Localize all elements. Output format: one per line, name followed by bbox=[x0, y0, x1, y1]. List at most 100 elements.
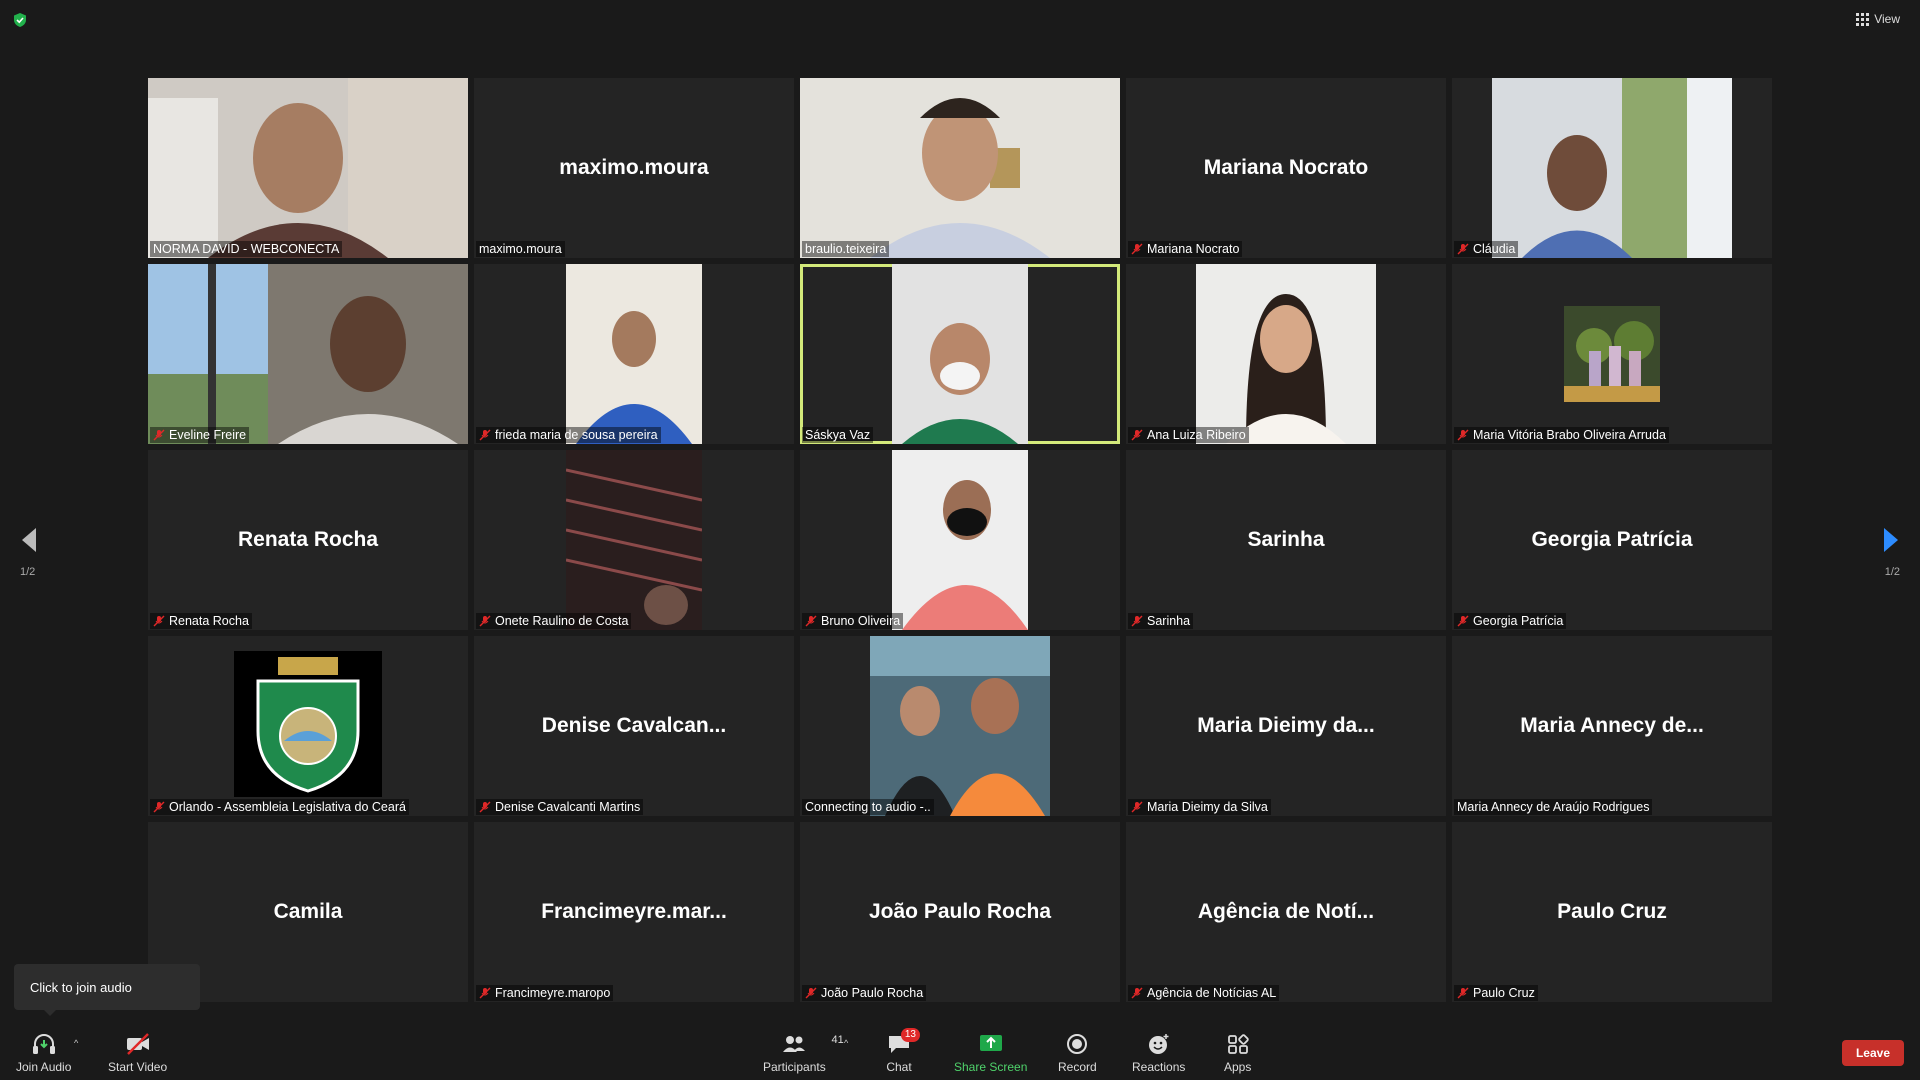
participant-display-name: Maria Annecy de... bbox=[1520, 714, 1704, 737]
participant-tile[interactable]: Orlando - Assembleia Legislativa do Cear… bbox=[148, 636, 468, 816]
participant-display-name: Mariana Nocrato bbox=[1203, 156, 1369, 179]
muted-mic-icon bbox=[153, 801, 165, 813]
participants-count: 41 bbox=[831, 1034, 844, 1046]
participant-name: Agência de Notícias AL bbox=[1147, 986, 1277, 1000]
reactions-button[interactable]: Reactions bbox=[1132, 1032, 1185, 1074]
share-screen-label: Share Screen bbox=[954, 1060, 1028, 1074]
participant-name: João Paulo Rocha bbox=[821, 986, 924, 1000]
view-button[interactable]: View bbox=[1856, 12, 1900, 26]
chat-label: Chat bbox=[886, 1060, 912, 1074]
participant-video bbox=[1196, 264, 1376, 444]
participant-tile[interactable]: Maria Dieimy da... Maria Dieimy da Silva bbox=[1126, 636, 1446, 816]
muted-mic-icon bbox=[1131, 801, 1143, 813]
participant-tile[interactable]: Mariana Nocrato Mariana Nocrato bbox=[1126, 78, 1446, 258]
participant-label: NORMA DAVID - WEBCONECTA bbox=[150, 241, 343, 257]
page-indicator-left: 1/2 bbox=[20, 566, 36, 578]
participant-tile[interactable]: Georgia Patrícia Georgia Patrícia bbox=[1452, 450, 1772, 630]
previous-page-arrow-icon[interactable] bbox=[18, 526, 40, 554]
participant-label: Maria Annecy de Araújo Rodrigues bbox=[1454, 799, 1653, 815]
participant-name: Francimeyre.maropo bbox=[495, 986, 611, 1000]
participant-label: frieda maria de sousa pereira bbox=[476, 427, 661, 443]
participant-photo bbox=[1564, 306, 1660, 402]
meeting-toolbar: Join Audio ^ Start Video 41 Participants… bbox=[0, 1018, 1920, 1080]
participant-tile[interactable]: Francimeyre.mar... Francimeyre.maropo bbox=[474, 822, 794, 1002]
join-audio-tooltip: Click to join audio bbox=[14, 964, 200, 1016]
record-label: Record bbox=[1058, 1060, 1097, 1074]
participant-name: Cláudia bbox=[1473, 242, 1516, 256]
reactions-label: Reactions bbox=[1132, 1060, 1186, 1074]
muted-mic-icon bbox=[479, 615, 491, 627]
participant-tile[interactable]: Renata Rocha Renata Rocha bbox=[148, 450, 468, 630]
participant-name: frieda maria de sousa pereira bbox=[495, 428, 658, 442]
participant-label: Sáskya Vaz bbox=[802, 427, 874, 443]
participant-tile[interactable]: Bruno Oliveira bbox=[800, 450, 1120, 630]
participant-tile[interactable]: braulio.teixeira bbox=[800, 78, 1120, 258]
participant-label: João Paulo Rocha bbox=[802, 985, 927, 1001]
participant-display-name: Francimeyre.mar... bbox=[541, 900, 727, 923]
participant-tile[interactable]: NORMA DAVID - WEBCONECTA bbox=[148, 78, 468, 258]
participant-tile[interactable]: Cláudia bbox=[1452, 78, 1772, 258]
participant-label: Cláudia bbox=[1454, 241, 1519, 257]
participant-photo bbox=[870, 636, 1050, 816]
participant-name: maximo.moura bbox=[479, 242, 562, 256]
participant-tile[interactable]: maximo.moura maximo.moura bbox=[474, 78, 794, 258]
participant-tile[interactable]: Maria Vitória Brabo Oliveira Arruda bbox=[1452, 264, 1772, 444]
participant-label: Ana Luiza Ribeiro bbox=[1128, 427, 1249, 443]
participant-name: Paulo Cruz bbox=[1473, 986, 1535, 1000]
participant-name: Sáskya Vaz bbox=[805, 428, 871, 442]
participant-label: Connecting to audio -.. bbox=[802, 799, 934, 815]
chat-button[interactable]: 13 Chat bbox=[886, 1028, 920, 1074]
participant-grid: NORMA DAVID - WEBCONECTA maximo.moura ma… bbox=[148, 78, 1772, 1002]
start-video-button[interactable]: Start Video bbox=[108, 1032, 167, 1074]
headphones-icon bbox=[32, 1034, 55, 1054]
participant-name: Eveline Freire bbox=[169, 428, 247, 442]
audio-options-chevron-icon[interactable]: ^ bbox=[74, 1038, 78, 1048]
next-page-arrow-icon[interactable] bbox=[1880, 526, 1902, 554]
participant-tile[interactable]: Connecting to audio -.. bbox=[800, 636, 1120, 816]
muted-mic-icon bbox=[1131, 987, 1143, 999]
muted-mic-icon bbox=[1131, 243, 1143, 255]
apps-icon bbox=[1227, 1034, 1249, 1054]
muted-mic-icon bbox=[1131, 615, 1143, 627]
participant-tile[interactable]: Maria Annecy de... Maria Annecy de Araúj… bbox=[1452, 636, 1772, 816]
participant-tile[interactable]: frieda maria de sousa pereira bbox=[474, 264, 794, 444]
apps-button[interactable]: Apps bbox=[1224, 1032, 1251, 1074]
participant-display-name: Georgia Patrícia bbox=[1531, 528, 1693, 551]
participant-name: Renata Rocha bbox=[169, 614, 249, 628]
participant-video bbox=[566, 264, 702, 444]
participant-label: Onete Raulino de Costa bbox=[476, 613, 632, 629]
share-screen-button[interactable]: Share Screen bbox=[954, 1032, 1027, 1074]
participants-icon bbox=[783, 1036, 806, 1052]
participant-display-name: Sarinha bbox=[1247, 528, 1325, 551]
join-audio-label: Join Audio bbox=[16, 1060, 72, 1074]
participants-button[interactable]: 41 Participants bbox=[763, 1032, 844, 1074]
participant-tile[interactable]: Eveline Freire bbox=[148, 264, 468, 444]
muted-mic-icon bbox=[479, 987, 491, 999]
share-screen-icon bbox=[979, 1035, 1002, 1051]
participant-name: Bruno Oliveira bbox=[821, 614, 901, 628]
page-indicator-right: 1/2 bbox=[1884, 566, 1900, 578]
participant-tile[interactable]: Onete Raulino de Costa bbox=[474, 450, 794, 630]
leave-meeting-button[interactable]: Leave bbox=[1841, 1040, 1904, 1066]
participant-name: Connecting to audio -.. bbox=[805, 800, 931, 814]
participant-tile-speaking[interactable]: Sáskya Vaz bbox=[800, 264, 1120, 444]
participant-display-name: Denise Cavalcan... bbox=[541, 714, 727, 737]
participants-options-chevron-icon[interactable]: ^ bbox=[844, 1038, 848, 1048]
muted-mic-icon bbox=[1457, 429, 1469, 441]
security-shield-icon[interactable] bbox=[12, 12, 28, 28]
participant-tile[interactable]: João Paulo Rocha João Paulo Rocha bbox=[800, 822, 1120, 1002]
join-audio-button[interactable]: Join Audio bbox=[16, 1032, 71, 1074]
participant-tile[interactable]: Denise Cavalcan... Denise Cavalcanti Mar… bbox=[474, 636, 794, 816]
muted-mic-icon bbox=[805, 987, 817, 999]
participant-tile[interactable]: Agência de Notí... Agência de Notícias A… bbox=[1126, 822, 1446, 1002]
record-button[interactable]: Record bbox=[1058, 1032, 1097, 1074]
coat-of-arms-logo bbox=[234, 651, 382, 797]
participant-name: Mariana Nocrato bbox=[1147, 242, 1240, 256]
participant-display-name: Maria Dieimy da... bbox=[1197, 714, 1375, 737]
participant-name: braulio.teixeira bbox=[805, 242, 887, 256]
participant-video bbox=[892, 450, 1028, 630]
participant-tile[interactable]: Paulo Cruz Paulo Cruz bbox=[1452, 822, 1772, 1002]
participant-display-name: João Paulo Rocha bbox=[868, 900, 1052, 923]
participant-tile[interactable]: Sarinha Sarinha bbox=[1126, 450, 1446, 630]
participant-tile[interactable]: Ana Luiza Ribeiro bbox=[1126, 264, 1446, 444]
